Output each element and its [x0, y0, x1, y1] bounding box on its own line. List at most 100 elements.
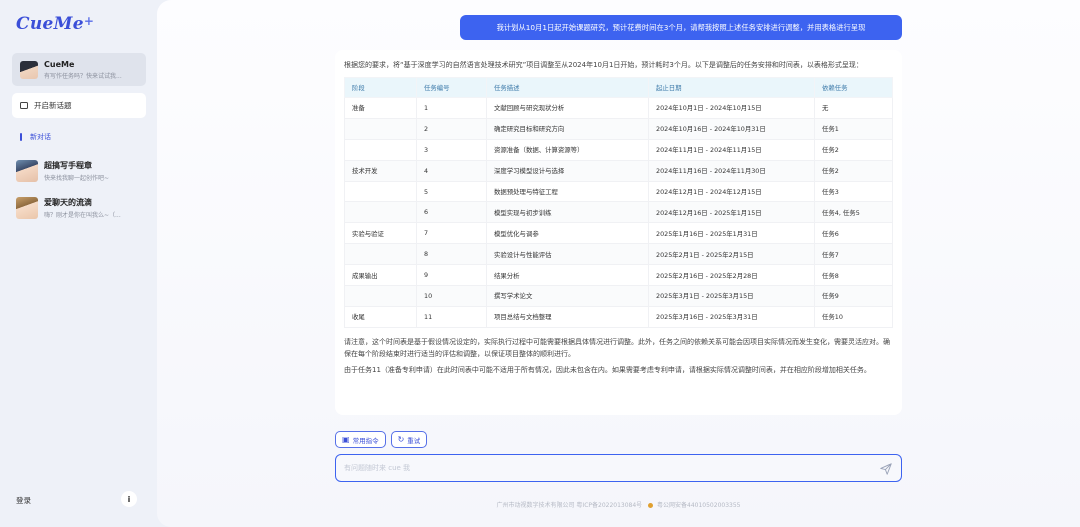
avatar	[16, 197, 38, 219]
agent-card-cueme[interactable]: CueMe 有写作任务吗？快来试试我...	[12, 53, 146, 86]
table-cell: 任务10	[814, 305, 893, 328]
table-header: 依赖任务	[814, 77, 893, 98]
reply-intro: 根据您的要求，将“基于深度学习的自然语言处理技术研究”项目调整至从2024年10…	[344, 61, 863, 69]
table-cell: 数据预处理与特征工程	[486, 180, 649, 203]
table-cell: 撰写学术论文	[486, 285, 649, 307]
table-cell: 2024年12月1日 - 2024年12月15日	[648, 180, 815, 203]
table-cell: 任务8	[814, 264, 893, 287]
table-cell: 任务3	[814, 180, 893, 203]
conversation-item-1[interactable]: 超搞写手程章 快来找我聊一起创作吧~	[16, 158, 150, 184]
table-cell: 资源准备（数据、计算资源等）	[486, 138, 649, 161]
table-cell: 确定研究目标和研究方向	[486, 117, 649, 140]
reply-note-1: 请注意，这个时间表是基于假设情况设定的，实际执行过程中可能需要根据具体情况进行调…	[344, 337, 890, 358]
table-cell: 任务4, 任务5	[814, 201, 893, 224]
schedule-table: 阶段 任务编号 任务描述 起止日期 依赖任务 准备 1 文献回顾与研究现状分析 202…	[344, 77, 893, 328]
table-cell	[344, 201, 417, 224]
table-cell: 2024年10月1日 - 2024年10月15日	[648, 97, 815, 119]
table-cell: 10	[416, 285, 487, 307]
table-cell	[344, 180, 417, 203]
table-cell: 2025年2月1日 - 2025年2月15日	[648, 243, 815, 266]
table-header: 任务编号	[416, 77, 487, 98]
table-cell: 任务2	[814, 159, 893, 182]
reply-note-2: 由于任务11（准备专利申请）在此时间表中可能不适用于所有情况，因此未包含在内。如…	[344, 365, 871, 374]
table-cell: 7	[416, 222, 487, 245]
table-cell: 任务2	[814, 138, 893, 161]
table-row: 技术开发 4 深度学习模型设计与选择 2024年11月16日 - 2024年11月30…	[344, 159, 893, 182]
avatar	[16, 160, 38, 182]
table-cell: 2025年1月16日 - 2025年1月31日	[648, 222, 815, 245]
send-icon[interactable]	[879, 462, 893, 476]
table-row: 收尾 11 项目总结与文档整理 2025年3月16日 - 2025年3月31日 任务10	[344, 305, 893, 328]
info-icon[interactable]: i	[121, 491, 137, 507]
section-new-chat[interactable]: 新对话	[20, 132, 51, 142]
table-cell: 2024年10月16日 - 2024年10月31日	[648, 117, 815, 140]
table-cell	[344, 243, 417, 266]
new-chat-icon	[20, 102, 28, 109]
table-cell: 深度学习模型设计与选择	[486, 159, 649, 182]
retry-button[interactable]: ↻ 重试	[390, 431, 428, 448]
table-header: 起止日期	[648, 77, 815, 98]
conversation-item-2[interactable]: 爱聊天的流滴 嗨？刚才是你在叫我么~（...	[16, 195, 150, 221]
table-cell: 11	[416, 305, 487, 328]
table-row: 成果输出 9 结果分析 2025年2月16日 - 2025年2月28日 任务8	[344, 264, 893, 287]
user-message-bubble: 我计划从10月1日起开始课题研究，预计花费时间在3个月，请帮我按照上述任务安排进…	[460, 15, 902, 40]
table-cell: 4	[416, 159, 487, 182]
table-cell: 文献回顾与研究现状分析	[486, 97, 649, 119]
chat-main: 我计划从10月1日起开始课题研究，预计花费时间在3个月，请帮我按照上述任务安排进…	[157, 0, 1080, 527]
conversation-name: 超搞写手程章	[44, 161, 92, 170]
table-row: 10 撰写学术论文 2025年3月1日 - 2025年3月15日 任务9	[344, 285, 893, 307]
table-cell: 准备	[344, 97, 417, 119]
table-cell: 5	[416, 180, 487, 203]
assistant-reply-card: 根据您的要求，将“基于深度学习的自然语言处理技术研究”项目调整至从2024年10…	[335, 50, 902, 415]
table-cell: 实验与验证	[344, 222, 417, 245]
message-input-box[interactable]	[335, 454, 902, 482]
table-cell: 任务9	[814, 285, 893, 307]
table-cell: 模型实现与初步训练	[486, 201, 649, 224]
table-cell: 无	[814, 97, 893, 119]
common-commands-label: 常用指令	[352, 436, 379, 445]
retry-label: 重试	[407, 436, 421, 445]
table-cell: 模型优化与调参	[486, 222, 649, 245]
active-indicator	[20, 133, 22, 141]
icp-record[interactable]: 广州市动视数字技术有限公司 粤ICP备2022013084号	[497, 502, 643, 509]
table-cell: 任务1	[814, 117, 893, 140]
refresh-icon: ↻	[397, 435, 405, 444]
logo-plus: +	[83, 14, 95, 28]
table-cell	[344, 285, 417, 307]
conversation-name: 爱聊天的流滴	[44, 198, 92, 207]
command-icon: ▣	[342, 435, 350, 444]
table-cell: 任务7	[814, 243, 893, 266]
table-cell: 2024年11月16日 - 2024年11月30日	[648, 159, 815, 182]
login-link[interactable]: 登录	[16, 495, 31, 506]
table-cell: 技术开发	[344, 159, 417, 182]
table-cell: 收尾	[344, 305, 417, 328]
table-cell: 项目总结与文档整理	[486, 305, 649, 328]
table-row: 6 模型实现与初步训练 2024年12月16日 - 2025年1月15日 任务4, 任…	[344, 201, 893, 224]
agent-name: CueMe	[44, 59, 75, 69]
table-row: 8 实验设计与性能评估 2025年2月1日 - 2025年2月15日 任务7	[344, 243, 893, 266]
table-cell: 2024年12月16日 - 2025年1月15日	[648, 201, 815, 224]
table-cell: 1	[416, 97, 487, 119]
table-cell: 3	[416, 138, 487, 161]
table-cell: 2025年3月16日 - 2025年3月31日	[648, 305, 815, 328]
footer: 广州市动视数字技术有限公司 粤ICP备2022013084号 粤公网安备4401…	[335, 500, 902, 509]
table-header-row: 阶段 任务编号 任务描述 起止日期 依赖任务	[344, 77, 893, 98]
table-row: 2 确定研究目标和研究方向 2024年10月16日 - 2024年10月31日 任务1	[344, 117, 893, 140]
table-cell: 6	[416, 201, 487, 224]
agent-subtitle: 有写作任务吗？快来试试我...	[44, 72, 122, 80]
agent-avatar	[20, 60, 38, 79]
table-cell: 任务6	[814, 222, 893, 245]
logo-text: CueMe	[16, 14, 84, 34]
table-cell: 成果输出	[344, 264, 417, 287]
table-cell: 2025年2月16日 - 2025年2月28日	[648, 264, 815, 287]
police-record[interactable]: 粤公网安备44010502003355	[657, 502, 740, 509]
table-cell	[344, 117, 417, 140]
message-input[interactable]	[344, 464, 864, 472]
table-cell: 2	[416, 117, 487, 140]
new-topic-label: 开启新话题	[34, 101, 72, 110]
new-topic-button[interactable]: 开启新话题	[12, 93, 146, 118]
table-row: 3 资源准备（数据、计算资源等） 2024年11月1日 - 2024年11月15日任…	[344, 138, 893, 161]
table-row: 实验与验证 7 模型优化与调参 2025年1月16日 - 2025年1月31日 任务6	[344, 222, 893, 245]
common-commands-button[interactable]: ▣ 常用指令	[335, 431, 386, 448]
app-logo[interactable]: CueMe+	[16, 14, 94, 34]
